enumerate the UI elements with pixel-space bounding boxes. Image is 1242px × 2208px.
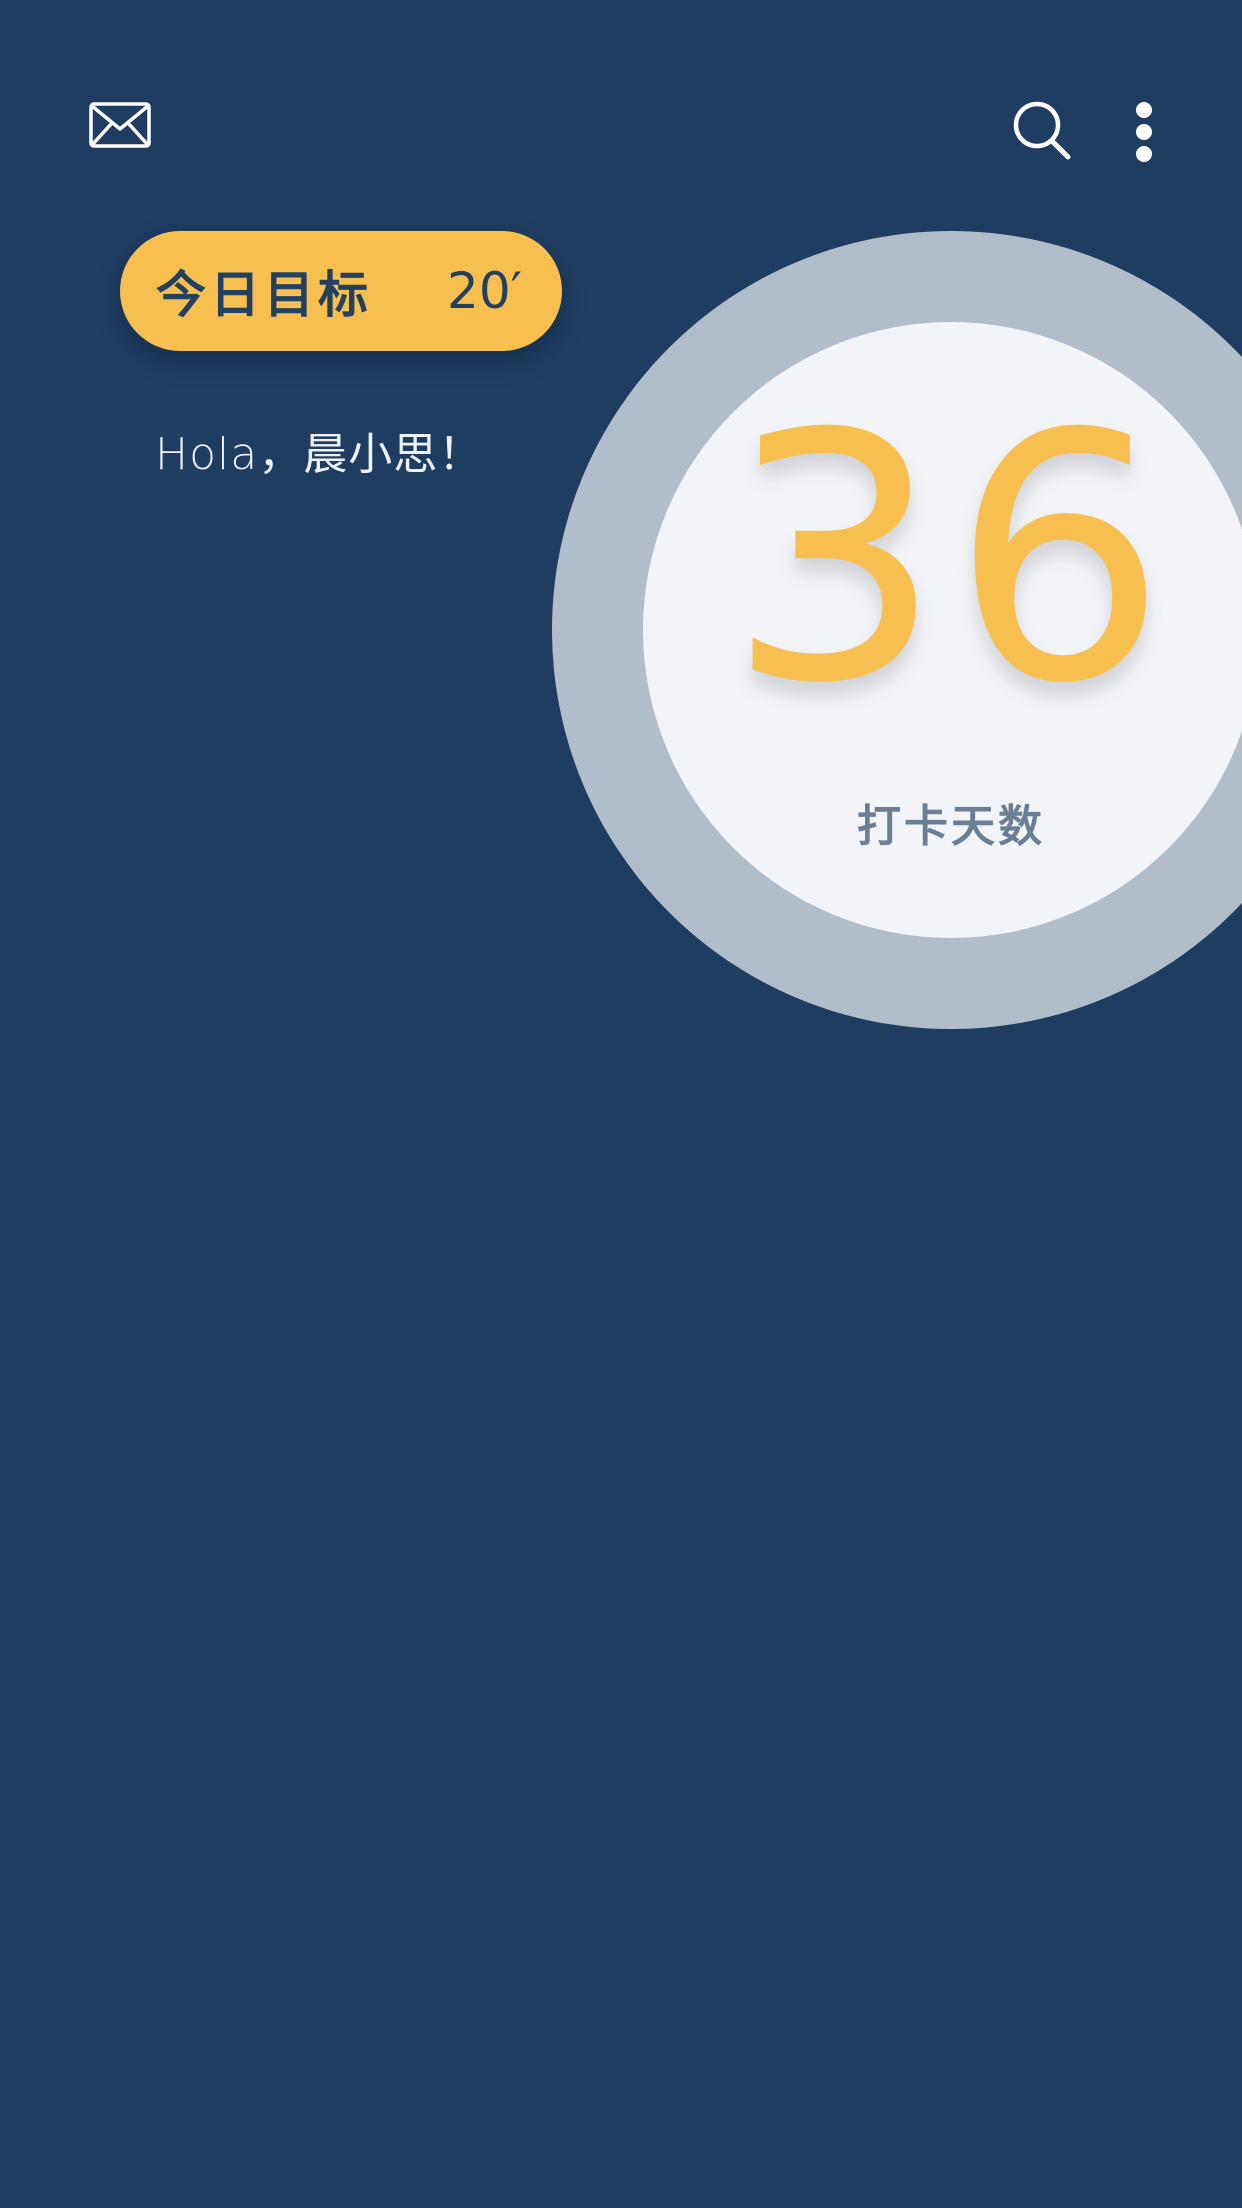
more-options-button[interactable] [1118, 96, 1170, 168]
mail-icon [89, 102, 151, 148]
checkin-days-count: 36 [726, 362, 1176, 758]
checkin-days-caption: 打卡天数 [857, 801, 1045, 852]
more-vertical-icon [1136, 102, 1152, 162]
daily-goal-button[interactable]: 今日目标 20′ [120, 231, 562, 351]
search-button[interactable] [1006, 96, 1080, 166]
mail-button[interactable] [80, 92, 160, 158]
greeting-text: Hola，晨小思！ [155, 429, 484, 480]
search-icon [1013, 101, 1071, 160]
daily-goal-value: 20′ [447, 262, 522, 320]
home-screen: 今日目标 20′ Hola，晨小思！ 36 打卡天数 [0, 0, 1242, 2208]
daily-goal-label: 今日目标 [156, 266, 372, 324]
